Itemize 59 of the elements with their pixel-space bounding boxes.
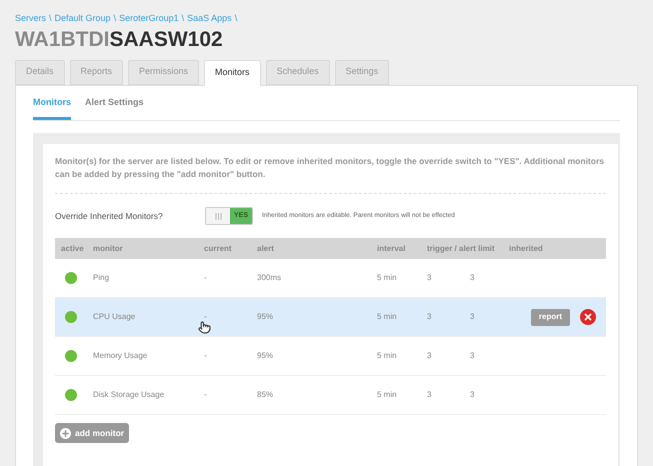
monitor-name: Ping [92, 272, 110, 284]
breadcrumb-separator: \ [49, 12, 52, 25]
intro-text: Monitor(s) for the server are listed below. To edit or remove inherited monitors, toggle the override switch to "YES". Additional monitors can be added by pressing the "add monitor" button. [55, 155, 605, 181]
column-header: trigger / alert limit [427, 242, 496, 254]
tab[interactable]: Reports [70, 60, 124, 84]
tab[interactable]: Details [15, 60, 65, 84]
trigger-value: 3 [427, 311, 432, 323]
trigger-value: 3 [427, 272, 432, 284]
monitor-name: Memory Usage [92, 350, 148, 362]
tab[interactable]: Permissions [128, 60, 200, 84]
server-path-prefix: WA1BTDI [15, 26, 110, 52]
column-header: alert [257, 242, 275, 254]
breadcrumb-separator: \ [114, 12, 116, 25]
monitor-name: CPU Usage [92, 311, 136, 323]
tab[interactable]: Monitors [204, 60, 261, 86]
alert-threshold: 85% [257, 389, 274, 401]
server-name: SAASW102 [110, 26, 223, 52]
plus-icon [61, 428, 70, 438]
interval-value: 5 min [377, 350, 398, 362]
hand-cursor-icon [198, 321, 211, 334]
monitor-row[interactable]: CPU Usage - 95% 5 min 3 3 report [55, 298, 606, 337]
breadcrumb-link[interactable]: Default Group [54, 12, 111, 26]
subtab[interactable]: Monitors [33, 96, 71, 120]
alert-limit-value: 3 [470, 350, 476, 362]
column-header: monitor [92, 242, 124, 254]
breadcrumb-link[interactable]: Servers [15, 12, 46, 26]
breadcrumb-separator: \ [234, 12, 238, 25]
delete-button[interactable] [580, 309, 596, 325]
override-label: Override Inherited Monitors? [55, 210, 164, 222]
column-header: active [60, 242, 85, 254]
alert-limit-value: 3 [470, 311, 476, 323]
monitor-name: Disk Storage Usage [92, 389, 166, 401]
alert-threshold: 95% [257, 311, 274, 323]
grip-icon [214, 212, 222, 220]
breadcrumb-link[interactable]: SeroterGroup1 [119, 12, 179, 26]
current-value: - [204, 311, 208, 323]
current-value: - [204, 389, 208, 401]
current-value: - [204, 350, 208, 362]
trigger-value: 3 [427, 389, 432, 401]
breadcrumb-link[interactable]: SaaS Apps [187, 12, 232, 26]
column-header: current [204, 242, 233, 254]
close-icon [583, 312, 593, 322]
current-value: - [204, 272, 208, 284]
tab[interactable]: Schedules [266, 60, 330, 84]
alert-threshold: 95% [257, 350, 274, 362]
breadcrumb-separator: \ [182, 12, 184, 25]
column-header: inherited [509, 242, 544, 254]
alert-threshold: 300ms [257, 272, 282, 284]
alert-limit-value: 3 [470, 389, 476, 401]
interval-value: 5 min [377, 311, 398, 323]
interval-value: 5 min [377, 389, 398, 401]
report-button[interactable]: report [530, 308, 570, 326]
interval-value: 5 min [377, 272, 398, 284]
subtab[interactable]: Alert Settings [85, 96, 144, 120]
tab[interactable]: Settings [334, 60, 390, 84]
add-monitor-button[interactable]: add monitor [55, 423, 130, 443]
alert-limit-value: 3 [470, 272, 476, 284]
trigger-value: 3 [427, 350, 432, 362]
column-header: interval [377, 242, 406, 254]
